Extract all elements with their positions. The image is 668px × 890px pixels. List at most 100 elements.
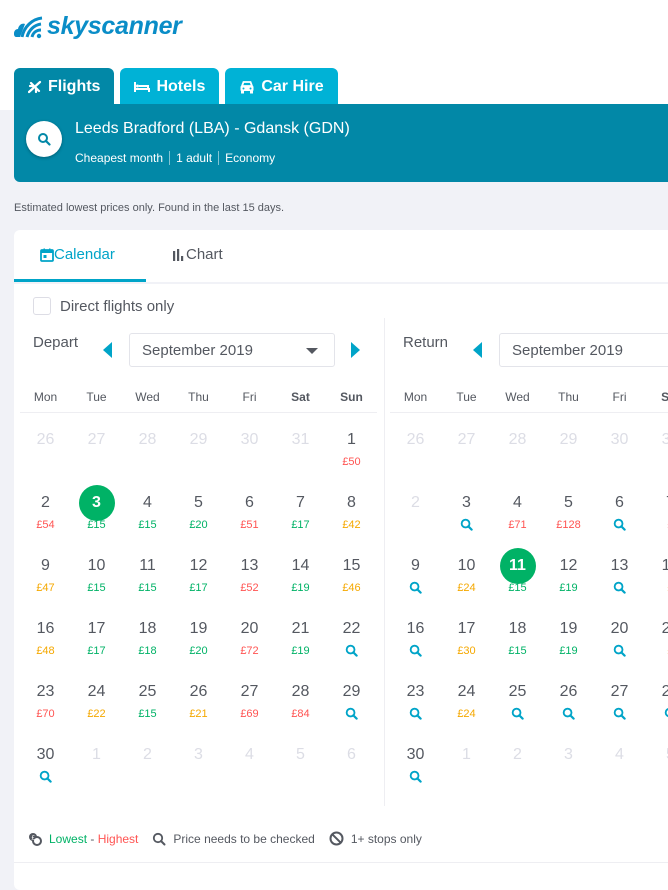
calendar-day[interactable]: 11£15: [492, 539, 543, 602]
calendar-day[interactable]: 17£30: [441, 602, 492, 665]
calendar-day[interactable]: 6: [594, 476, 645, 539]
calendar-day[interactable]: 14£: [645, 539, 668, 602]
day-number: 29: [556, 427, 582, 453]
calendar-day[interactable]: 5 £128: [543, 476, 594, 539]
day-number: 19: [556, 616, 582, 642]
calendar-day[interactable]: 7£17: [275, 476, 326, 539]
calendar-day[interactable]: 19£20: [173, 602, 224, 665]
calendar-day[interactable]: 28: [645, 665, 668, 728]
calendar-day[interactable]: 26: [543, 665, 594, 728]
card-divider: [14, 862, 668, 863]
day-number: 5: [288, 742, 314, 768]
day-number: 6: [237, 490, 263, 516]
tab-label: Hotels: [156, 78, 205, 96]
day-number: 28: [658, 679, 668, 705]
calendar-day[interactable]: 20£72: [224, 602, 275, 665]
day-price: £128: [543, 518, 594, 532]
calendar-day[interactable]: 13£52: [224, 539, 275, 602]
day-number: 27: [237, 679, 263, 705]
calendar-card: Calendar Chart Direct flights only Depar…: [14, 230, 668, 890]
calendar-day[interactable]: 22: [326, 602, 377, 665]
depart-prev-month-button[interactable]: [103, 342, 112, 358]
calendar-day[interactable]: 14£19: [275, 539, 326, 602]
calendar-day[interactable]: 10£15: [71, 539, 122, 602]
calendar-day[interactable]: 29: [326, 665, 377, 728]
search-button[interactable]: [26, 121, 62, 157]
search-icon: [345, 707, 358, 720]
tab-hotels[interactable]: Hotels: [120, 68, 219, 105]
return-month-select[interactable]: September 2019: [499, 333, 668, 367]
calendar-day[interactable]: 25: [492, 665, 543, 728]
tab-chart[interactable]: Chart: [172, 246, 223, 263]
calendar-day[interactable]: 28£84: [275, 665, 326, 728]
calendar-day[interactable]: 9: [390, 539, 441, 602]
calendar-day[interactable]: 26£21: [173, 665, 224, 728]
calendar-day[interactable]: 21£19: [275, 602, 326, 665]
calendar-day[interactable]: 15£46: [326, 539, 377, 602]
day-number: 5: [556, 490, 582, 516]
calendar-day[interactable]: 18£18: [122, 602, 173, 665]
calendar-day[interactable]: 8£42: [326, 476, 377, 539]
day-number: 18: [505, 616, 531, 642]
weekday-header: MonTueWedThuFriSatSun: [390, 386, 668, 413]
calendar-day[interactable]: 10£24: [441, 539, 492, 602]
weekday-tue: Tue: [441, 386, 492, 412]
calendar-day[interactable]: 7£: [645, 476, 668, 539]
calendar-day[interactable]: 25£15: [122, 665, 173, 728]
weekday-sun: Sun: [326, 386, 377, 412]
return-prev-month-button[interactable]: [473, 342, 482, 358]
calendar-day[interactable]: 30: [390, 728, 441, 791]
calendar-day[interactable]: 1£50: [326, 413, 377, 476]
weekday-header: MonTueWedThuFriSatSun: [20, 386, 377, 413]
calendar-day[interactable]: 21£: [645, 602, 668, 665]
chevron-down-icon: [306, 348, 318, 354]
calendar-day[interactable]: 18£15: [492, 602, 543, 665]
depart-next-month-button[interactable]: [351, 342, 360, 358]
legend-lowest: Lowest: [49, 832, 87, 846]
search-icon: [409, 707, 422, 720]
calendar-day[interactable]: 23: [390, 665, 441, 728]
calendar-week: 23£7024£2225£1526£2127£6928£8429: [20, 665, 377, 728]
calendar-day[interactable]: 27£69: [224, 665, 275, 728]
calendar-day[interactable]: 19£19: [543, 602, 594, 665]
calendar-day[interactable]: 11£15: [122, 539, 173, 602]
depart-month-select[interactable]: September 2019: [129, 333, 335, 367]
calendar-day[interactable]: 17£17: [71, 602, 122, 665]
calendar-day[interactable]: 20: [594, 602, 645, 665]
tab-flights[interactable]: Flights: [14, 68, 114, 105]
day-number: 8: [339, 490, 365, 516]
calendar-day[interactable]: 5£20: [173, 476, 224, 539]
day-number: 16: [33, 616, 59, 642]
direct-flights-toggle[interactable]: Direct flights only: [33, 297, 174, 315]
calendar-day[interactable]: 3: [441, 476, 492, 539]
search-meta: Cheapest month 1 adult Economy: [75, 151, 281, 165]
search-summary[interactable]: Leeds Bradford (LBA) - Gdansk (GDN) Chea…: [14, 104, 668, 182]
calendar-day[interactable]: 4£71: [492, 476, 543, 539]
calendar-day[interactable]: 23£70: [20, 665, 71, 728]
calendar-day[interactable]: 16: [390, 602, 441, 665]
calendar-day[interactable]: 27: [594, 665, 645, 728]
calendar-day[interactable]: 16£48: [20, 602, 71, 665]
legend-check-price: Price needs to be checked: [152, 832, 314, 846]
skyscanner-logo[interactable]: skyscanner: [14, 12, 182, 41]
day-price: £24: [441, 707, 492, 721]
day-number: 6: [339, 742, 365, 768]
calendar-day[interactable]: 24£22: [71, 665, 122, 728]
calendar-day[interactable]: 30: [20, 728, 71, 791]
calendar-day[interactable]: 4£15: [122, 476, 173, 539]
day-number: 12: [186, 553, 212, 579]
day-number: 24: [84, 679, 110, 705]
calendar-day[interactable]: 9£47: [20, 539, 71, 602]
calendar-day[interactable]: 3£15: [71, 476, 122, 539]
calendar-day[interactable]: 12£19: [543, 539, 594, 602]
tab-car-hire[interactable]: Car Hire: [225, 68, 337, 105]
calendar-day[interactable]: 2£54: [20, 476, 71, 539]
direct-flights-checkbox[interactable]: [33, 297, 51, 315]
calendar-day[interactable]: 24£24: [441, 665, 492, 728]
calendar-day[interactable]: 12£17: [173, 539, 224, 602]
calendar-icon: [40, 248, 54, 262]
calendar-day[interactable]: 6£51: [224, 476, 275, 539]
calendar-day[interactable]: 13: [594, 539, 645, 602]
day-number: 3: [556, 742, 582, 768]
tab-calendar[interactable]: Calendar: [40, 246, 115, 263]
